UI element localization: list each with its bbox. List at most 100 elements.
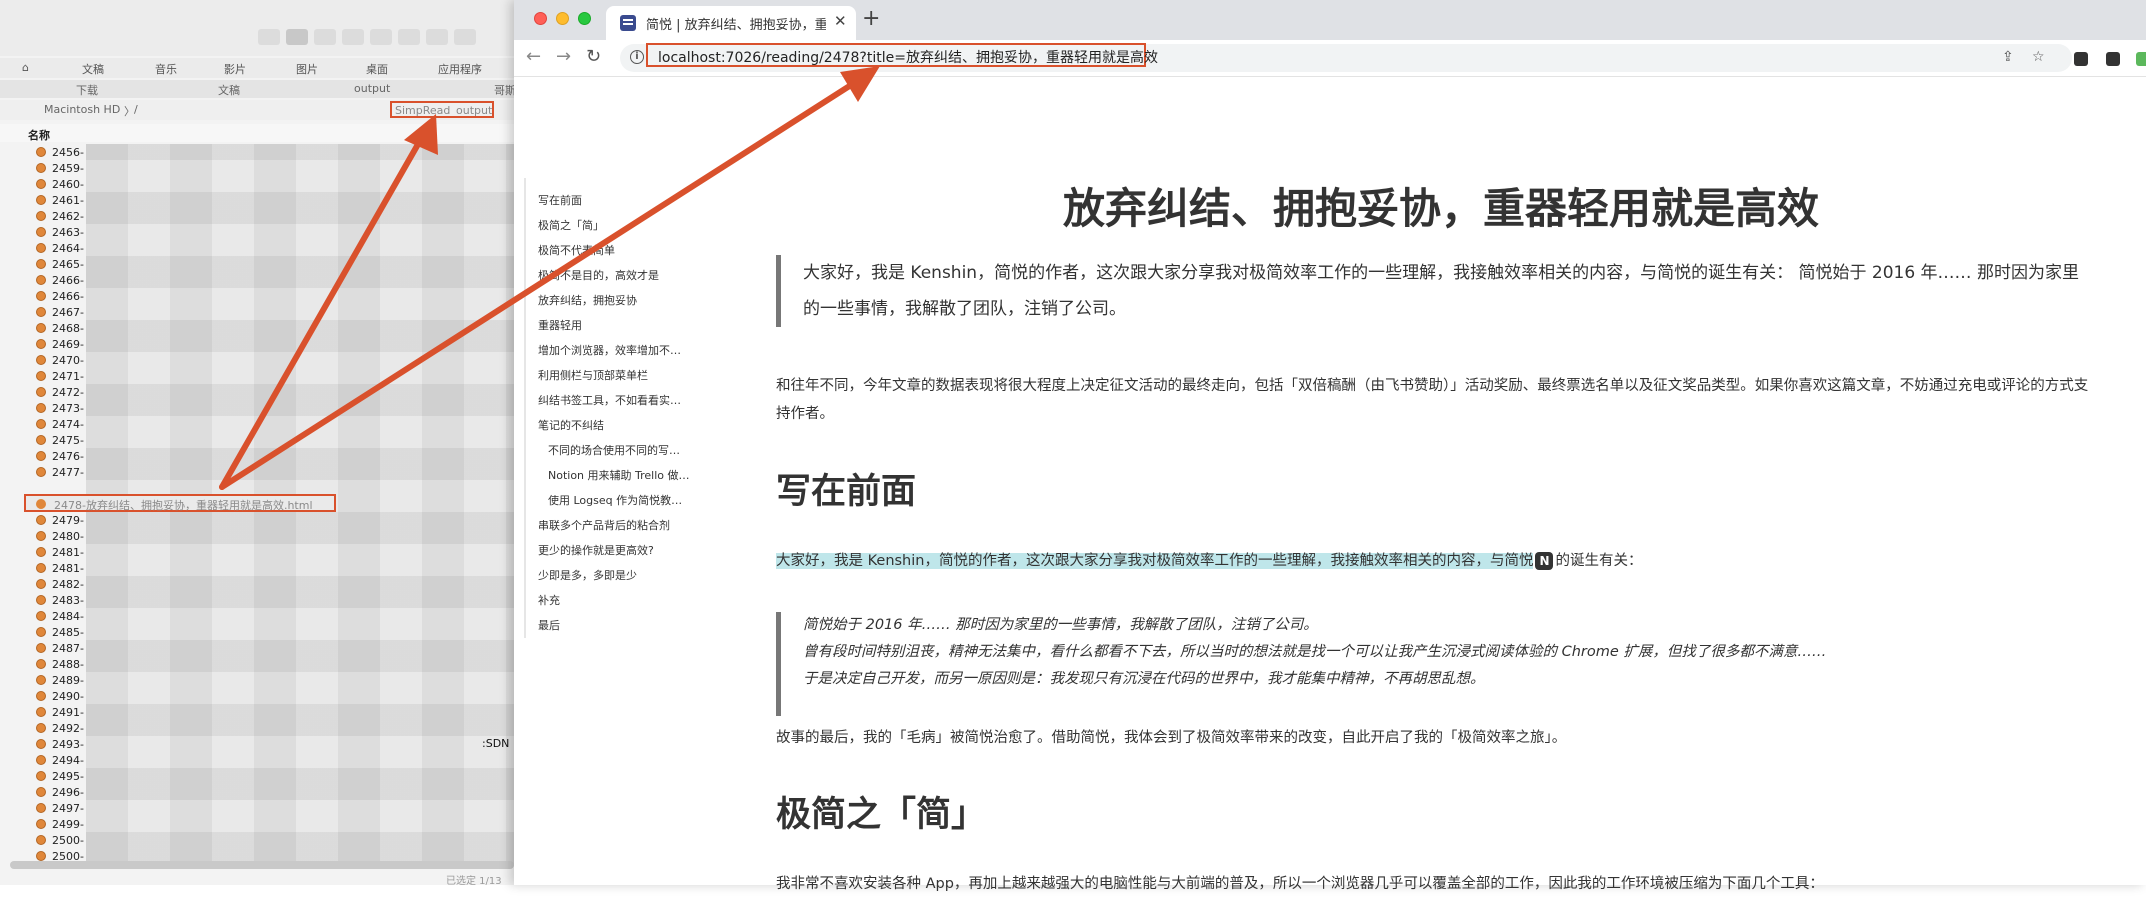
file-row[interactable]: 2477- xyxy=(0,464,514,480)
file-row[interactable]: 2496- xyxy=(0,784,514,800)
toc-item[interactable]: 使用 Logseq 作为简悦教… xyxy=(548,492,708,508)
toc-item[interactable]: 笔记的不纠结 xyxy=(538,417,708,433)
path-segment-simpread[interactable]: SimpRead xyxy=(395,104,450,117)
finder-tab-downloads[interactable]: 下载 xyxy=(76,82,98,98)
toc-item[interactable]: 重器轻用 xyxy=(538,317,708,333)
annotation-n-icon[interactable]: N xyxy=(1535,552,1554,570)
toc-item[interactable]: 串联多个产品背后的粘合剂 xyxy=(538,517,708,533)
finder-tab-other[interactable]: 哥斯 xyxy=(494,82,514,98)
extension-icon[interactable] xyxy=(2106,52,2120,66)
file-row[interactable]: 2459- xyxy=(0,160,514,176)
site-info-icon[interactable]: i xyxy=(630,50,644,64)
icon-view-button[interactable] xyxy=(258,29,280,45)
file-row[interactable]: 2462- xyxy=(0,208,514,224)
close-tab-icon[interactable]: ✕ xyxy=(834,12,847,30)
reload-icon[interactable]: ↻ xyxy=(586,46,601,67)
toc-item[interactable]: 最后 xyxy=(538,617,708,633)
tab-simpread-reading[interactable]: 简悦 | 放弃纠结、拥抱妥协，重器 ✕ xyxy=(606,6,856,40)
tag-button[interactable] xyxy=(426,29,448,45)
toc-item[interactable]: 极简之「简」 xyxy=(538,217,708,233)
horizontal-scrollbar[interactable] xyxy=(10,861,514,869)
file-row[interactable]: 2495- xyxy=(0,768,514,784)
toc-item[interactable]: 纠结书签工具，不如看看实… xyxy=(538,392,708,408)
toc-item[interactable]: 利用侧栏与顶部菜单栏 xyxy=(538,367,708,383)
file-row[interactable]: 2468- xyxy=(0,320,514,336)
bookmark-star-icon[interactable]: ☆ xyxy=(2032,49,2045,65)
file-row[interactable]: 2460- xyxy=(0,176,514,192)
favorite-pictures[interactable]: 图片 xyxy=(296,61,318,77)
url-text[interactable]: localhost:7026/reading/2478?title=放弃纠结、拥… xyxy=(658,47,1158,67)
file-row[interactable]: 2463- xyxy=(0,224,514,240)
file-row[interactable]: 2482- xyxy=(0,576,514,592)
file-row[interactable]: 2497- xyxy=(0,800,514,816)
group-button[interactable] xyxy=(370,29,392,45)
share-icon[interactable]: ⇪ xyxy=(2002,49,2014,65)
file-row[interactable]: 2487- xyxy=(0,640,514,656)
new-tab-icon[interactable]: + xyxy=(862,6,880,31)
file-row[interactable]: 2481- xyxy=(0,544,514,560)
file-row[interactable]: 2475- xyxy=(0,432,514,448)
zoom-window-button[interactable] xyxy=(578,12,591,25)
favorite-documents[interactable]: 文稿 xyxy=(82,61,104,77)
file-row[interactable]: 2480- xyxy=(0,528,514,544)
file-row[interactable]: 2476- xyxy=(0,448,514,464)
toc-item[interactable]: 更少的操作就是更高效? xyxy=(538,542,708,558)
extension-simpread-icon[interactable] xyxy=(2074,52,2088,66)
file-row[interactable]: 2494- xyxy=(0,752,514,768)
favorite-music[interactable]: 音乐 xyxy=(155,61,177,77)
favorite-desktop[interactable]: 桌面 xyxy=(366,61,388,77)
file-row[interactable]: 2465- xyxy=(0,256,514,272)
column-header-name[interactable]: 名称 xyxy=(0,124,514,142)
file-row[interactable]: 2492- xyxy=(0,720,514,736)
path-segment-disk[interactable]: Macintosh HD xyxy=(44,103,120,116)
path-segment-root[interactable]: / xyxy=(134,103,138,116)
file-row[interactable]: 2500- xyxy=(0,832,514,848)
file-row[interactable]: 2481- xyxy=(0,560,514,576)
file-row[interactable]: 2474- xyxy=(0,416,514,432)
back-arrow-icon[interactable]: ← xyxy=(526,46,541,67)
selected-file-row[interactable]: 2478-放弃纠结、拥抱妥协，重器轻用就是高效.html xyxy=(24,494,336,512)
toc-item[interactable]: 写在前面 xyxy=(538,192,708,208)
file-row[interactable]: 2489- xyxy=(0,672,514,688)
file-row[interactable]: 2472- xyxy=(0,384,514,400)
file-row[interactable]: 2469- xyxy=(0,336,514,352)
toc-item[interactable]: 极简不是目的，高效才是 xyxy=(538,267,708,283)
extension-green-icon[interactable] xyxy=(2136,52,2146,66)
toc-item[interactable]: 放弃纠结，拥抱妥协 xyxy=(538,292,708,308)
favorite-applications[interactable]: 应用程序 xyxy=(438,61,482,77)
highlighted-text[interactable]: 大家好，我是 Kenshin，简悦的作者，这次跟大家分享我对极简效率工作的一些理… xyxy=(776,553,1534,569)
file-row[interactable]: 2490- xyxy=(0,688,514,704)
file-row[interactable]: 2466- xyxy=(0,272,514,288)
action-button[interactable] xyxy=(454,29,476,45)
forward-arrow-icon[interactable]: → xyxy=(556,46,571,67)
toc-item[interactable]: 少即是多，多即是少 xyxy=(538,567,708,583)
minimize-window-button[interactable] xyxy=(556,12,569,25)
file-row[interactable]: 2467- xyxy=(0,304,514,320)
file-row[interactable]: 2471- xyxy=(0,368,514,384)
file-row[interactable]: 2470- xyxy=(0,352,514,368)
file-row[interactable]: 2473- xyxy=(0,400,514,416)
toc-item[interactable]: 增加个浏览器，效率增加不… xyxy=(538,342,708,358)
list-view-button[interactable] xyxy=(286,29,308,45)
finder-tab-output[interactable]: output xyxy=(354,82,390,95)
toc-item[interactable]: 不同的场合使用不同的写… xyxy=(548,442,708,458)
file-row[interactable]: 2484- xyxy=(0,608,514,624)
file-row[interactable]: 2464- xyxy=(0,240,514,256)
column-view-button[interactable] xyxy=(314,29,336,45)
file-row[interactable]: 2488- xyxy=(0,656,514,672)
file-row[interactable]: 2456- xyxy=(0,144,514,160)
file-row[interactable]: 2479- xyxy=(0,512,514,528)
file-row[interactable]: 2485- xyxy=(0,624,514,640)
toc-item[interactable]: 补充 xyxy=(538,592,708,608)
gallery-view-button[interactable] xyxy=(342,29,364,45)
file-row[interactable]: 2466- xyxy=(0,288,514,304)
share-button[interactable] xyxy=(398,29,420,45)
home-icon[interactable]: ⌂ xyxy=(22,61,29,74)
file-row[interactable]: 2491- xyxy=(0,704,514,720)
file-row[interactable]: 2461- xyxy=(0,192,514,208)
finder-tab-documents[interactable]: 文稿 xyxy=(218,82,240,98)
favorite-movies[interactable]: 影片 xyxy=(224,61,246,77)
file-row[interactable]: 2493- xyxy=(0,736,514,752)
file-row[interactable]: 2499- xyxy=(0,816,514,832)
file-row[interactable]: 2483- xyxy=(0,592,514,608)
